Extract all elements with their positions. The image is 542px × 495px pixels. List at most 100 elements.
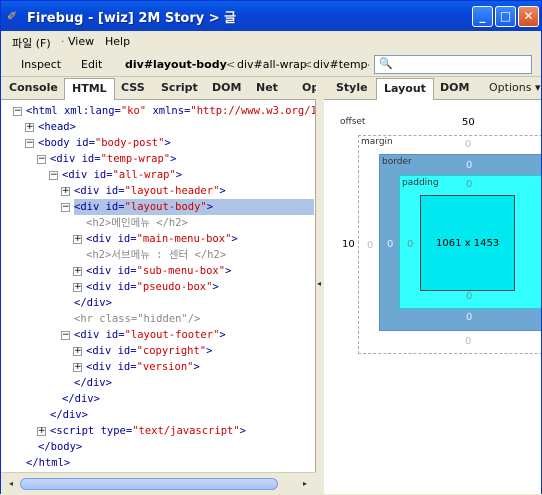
tree-node[interactable]: <div id="all-wrap"> [62,167,182,183]
expand-icon[interactable]: + [73,267,82,276]
node-attr-text: id= [105,185,125,197]
tab-console[interactable]: Console [9,81,58,94]
tree-node[interactable]: </div> [62,391,100,407]
tree-node[interactable]: </div> [74,295,112,311]
maximize-button[interactable]: □ [495,6,516,27]
expand-icon[interactable]: + [37,427,46,436]
tab-html[interactable]: HTML [64,78,115,100]
node-val-text: "version" [136,361,194,373]
splitter-arrow-icon[interactable]: ◂ [317,279,321,288]
tree-node[interactable]: <div id="sub-menu-box"> [86,263,231,279]
node-val-text: "all-wrap" [112,169,176,181]
node-tag-text: <div [86,281,118,293]
expand-icon[interactable]: + [25,123,34,132]
node-val-text: "text/javascript" [132,425,240,437]
menu-view[interactable]: View [68,35,94,48]
node-tag-text: </html> [26,457,71,469]
breadcrumb-temp-wrap[interactable]: div#temp-w [313,58,369,71]
tab-script[interactable]: Script [161,81,198,94]
tree-node[interactable]: <script type="text/javascript"> [50,423,246,439]
expand-icon[interactable]: + [73,283,82,292]
node-attr-text: id= [105,329,125,341]
horizontal-scrollbar[interactable]: ◂ ▸ [1,472,316,494]
tree-node[interactable]: <div id="temp-wrap"> [50,151,176,167]
border-box: border 0 0 0 padding 0 0 0 1061 x 1453 [379,154,541,331]
menu-file[interactable]: 파일 (F) [12,35,51,51]
tree-node[interactable]: <hr class="hidden"/> [74,311,200,327]
margin-label: margin [361,137,393,147]
node-tag-text: </body> [38,441,83,453]
node-val-text: "copyright" [136,345,207,357]
node-tag-text: > [231,233,238,245]
scroll-right-icon[interactable]: ▸ [298,477,312,491]
tree-node[interactable]: <div id="version"> [86,359,200,375]
collapse-icon[interactable]: − [49,171,58,180]
tree-node[interactable]: <div id="layout-header"> [74,183,226,199]
breadcrumb-all-wrap[interactable]: div#all-wrap [237,58,307,71]
content-box: 1061 x 1453 [420,195,515,291]
tab-layout[interactable]: Layout [376,78,434,100]
margin-top-value: 0 [465,139,472,150]
node-tag-text: <div [50,153,82,165]
collapse-icon[interactable]: − [61,203,70,212]
expand-icon[interactable]: + [73,363,82,372]
tree-node[interactable]: <body id="body-post"> [38,135,171,151]
tree-node[interactable]: <h2>메인메뉴 </h2> [86,215,188,231]
menu-bar: 파일 (F) · View Help [1,31,541,52]
node-attr-text: id= [93,169,113,181]
firebug-window: ✐ Firebug - [wiz] 2M Story > 글 _ □ ✕ 파일 … [0,0,542,495]
node-tag-text: </div> [74,297,112,309]
tree-node[interactable]: <html xml:lang="ko" xmlns="http://www.w3… [26,103,315,119]
tab-dom[interactable]: DOM [212,81,241,94]
tree-node[interactable]: </html> [26,455,70,471]
tab-style[interactable]: Style [336,81,368,94]
layout-panel: offset 50 10 margin 0 0 0 border 0 0 0 p… [324,100,541,494]
node-tag-text: > [225,265,232,277]
node-tag-text: > [219,185,226,197]
tree-node[interactable]: </body> [38,439,82,455]
node-attr-text: id= [117,233,137,245]
node-val-text: "pseudo-box" [136,281,213,293]
minimize-button[interactable]: _ [472,6,493,27]
scroll-left-icon[interactable]: ◂ [4,477,18,491]
tab-css[interactable]: CSS [121,81,145,94]
expand-icon[interactable]: + [73,235,82,244]
padding-box: padding 0 0 0 1061 x 1453 [399,175,541,309]
tree-node[interactable]: <div id="layout-body"> [74,199,314,215]
tree-node[interactable]: <div id="pseudo-box"> [86,279,219,295]
padding-top-value: 0 [466,179,473,190]
search-icon: 🔍 [379,57,393,70]
search-input[interactable]: 🔍 [374,55,532,74]
node-attr-text: id= [117,345,137,357]
edit-button[interactable]: Edit [81,58,102,71]
tree-node[interactable]: </div> [50,407,88,423]
tree-node[interactable]: <div id="layout-footer"> [74,327,226,343]
border-label: border [382,157,412,167]
collapse-icon[interactable]: − [37,155,46,164]
expand-icon[interactable]: + [73,347,82,356]
breadcrumb-current[interactable]: div#layout-body [125,58,227,71]
close-button[interactable]: ✕ [518,6,539,27]
menu-help[interactable]: Help [105,35,130,48]
expand-icon[interactable]: + [61,187,70,196]
tree-node[interactable]: <div id="copyright"> [86,343,212,359]
node-tag-text: > [212,281,219,293]
options-menu[interactable]: Options ▾ [489,81,540,94]
tree-node[interactable]: <h2>서브메뉴 : 센터 </h2> [86,247,226,263]
node-tag-text: </div> [50,409,88,421]
inspect-button[interactable]: Inspect [21,58,61,71]
tree-node[interactable]: <head> [38,119,76,135]
tree-node[interactable]: </div> [74,375,112,391]
node-tag-text: </div> [62,393,100,405]
collapse-icon[interactable]: − [25,139,34,148]
collapse-icon[interactable]: − [13,107,22,116]
tab-net[interactable]: Net [256,81,278,94]
offset-top-value: 50 [462,117,475,128]
tab-dom[interactable]: DOM [440,81,469,94]
tree-node[interactable]: <div id="main-menu-box"> [86,231,238,247]
node-attr-text: id= [117,361,137,373]
scrollbar-thumb[interactable] [20,478,278,490]
collapse-icon[interactable]: − [61,331,70,340]
node-tag-text: > [170,153,177,165]
node-tag-text: </div> [74,377,112,389]
